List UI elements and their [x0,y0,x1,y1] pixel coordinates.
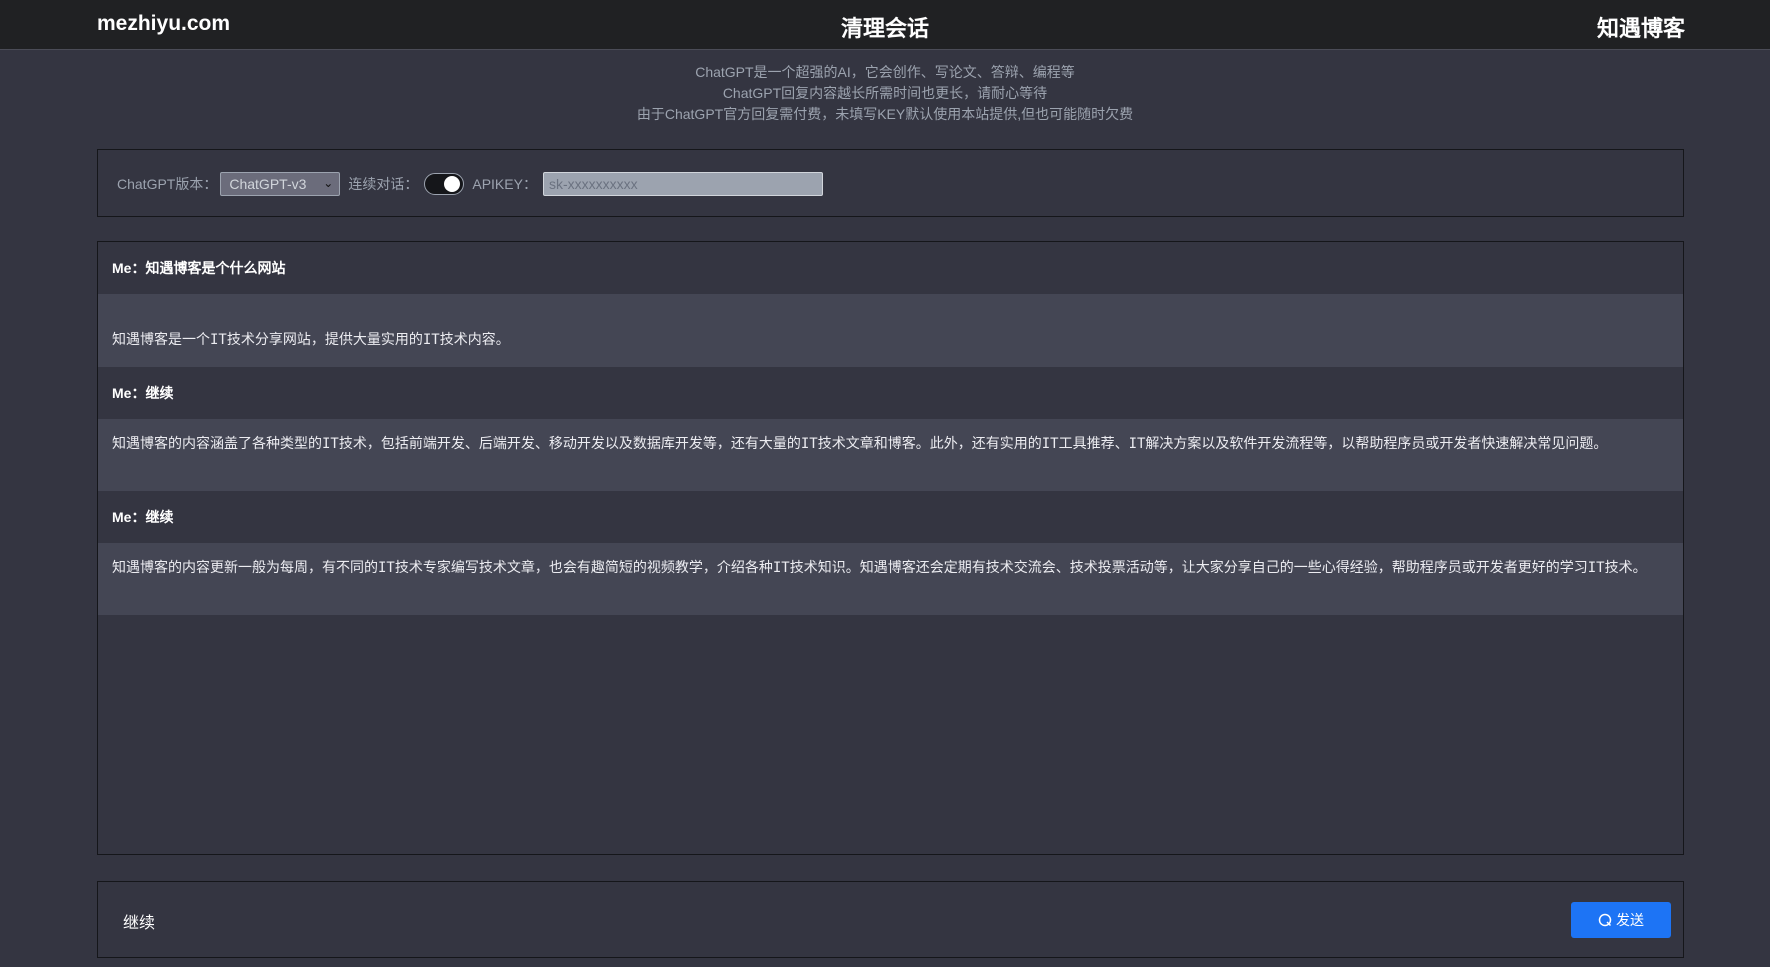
send-icon [1598,913,1612,927]
send-button[interactable]: 发送 [1571,902,1671,938]
assistant-message: 知遇博客的内容更新一般为每周，有不同的IT技术专家编写技术文章，也会有趣简短的视… [98,543,1683,615]
message-input[interactable]: 继续 [123,909,155,933]
settings-row: ChatGPT版本： ChatGPT-v3 ⌄ 连续对话： APIKEY： sk… [117,171,823,197]
clear-session-button[interactable]: 清理会话 [0,11,1770,43]
notice-line-2: ChatGPT回复内容越长所需时间也更长，请耐心等待 [722,85,1048,101]
notice-line-1: ChatGPT是一个超强的AI，它会创作、写论文、答辩、编程等 [695,64,1075,80]
continuous-label: 连续对话： [348,176,419,192]
top-bar: mezhiyu.com 清理会话 知遇博客 [0,0,1770,50]
assistant-message-text: 知遇博客的内容涵盖了各种类型的IT技术，包括前端开发、后端开发、移动开发以及数据… [112,436,1608,452]
user-message-text: Me：继续 [112,385,174,401]
user-message-text: Me：知遇博客是个什么网站 [112,260,286,276]
chat-log[interactable]: Me：知遇博客是个什么网站 知遇博客是一个IT技术分享网站，提供大量实用的IT技… [97,241,1684,855]
settings-panel: ChatGPT版本： ChatGPT-v3 ⌄ 连续对话： APIKEY： sk… [97,149,1684,217]
continuous-toggle[interactable] [424,173,465,195]
chevron-down-icon: ⌄ [323,176,334,190]
notice-text: ChatGPT是一个超强的AI，它会创作、写论文、答辩、编程等 ChatGPT回… [0,62,1770,125]
assistant-message-text: 知遇博客的内容更新一般为每周，有不同的IT技术专家编写技术文章，也会有趣简短的视… [112,560,1647,576]
version-value: ChatGPT-v3 [229,176,307,192]
apikey-placeholder: sk-xxxxxxxxxx [548,176,638,192]
version-select[interactable]: ChatGPT-v3 ⌄ [220,172,341,196]
assistant-message: 知遇博客是一个IT技术分享网站，提供大量实用的IT技术内容。 [98,294,1683,367]
user-message: Me：知遇博客是个什么网站 [98,242,1683,294]
apikey-label: APIKEY： [472,176,537,192]
version-label: ChatGPT版本： [117,176,218,192]
composer: 继续 发送 [97,881,1684,958]
apikey-input[interactable]: sk-xxxxxxxxxx [542,172,823,196]
send-label: 发送 [1616,912,1644,928]
notice-line-3: 由于ChatGPT官方回复需付费，未填写KEY默认使用本站提供,但也可能随时欠费 [636,106,1134,122]
user-message: Me：继续 [98,367,1683,419]
blog-link[interactable]: 知遇博客 [1597,11,1685,43]
user-message: Me：继续 [98,491,1683,543]
user-message-text: Me：继续 [112,509,174,525]
toggle-knob [444,176,461,192]
assistant-message-text: 知遇博客是一个IT技术分享网站，提供大量实用的IT技术内容。 [112,332,510,348]
assistant-message: 知遇博客的内容涵盖了各种类型的IT技术，包括前端开发、后端开发、移动开发以及数据… [98,419,1683,491]
